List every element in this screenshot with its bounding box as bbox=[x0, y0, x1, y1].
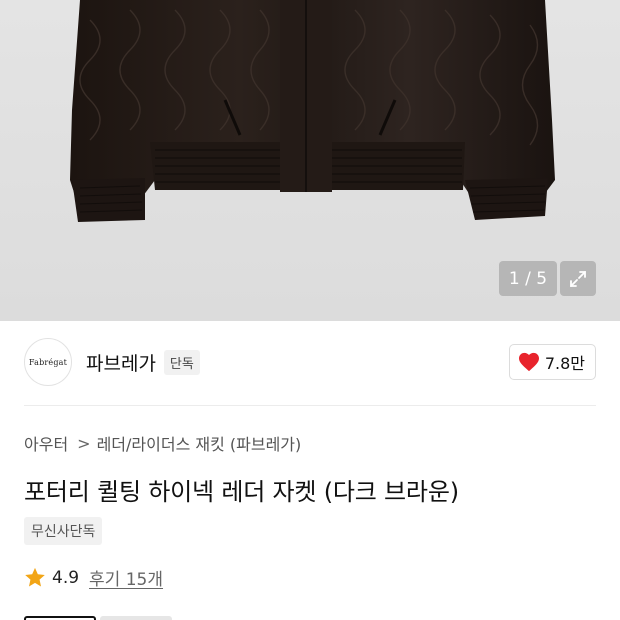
breadcrumb-subcategory[interactable]: 레더/라이더스 재킷 (파브레가) bbox=[97, 431, 302, 455]
option-tab[interactable] bbox=[100, 616, 172, 620]
rating: 4.9 후기 15개 bbox=[24, 565, 163, 590]
breadcrumb-category[interactable]: 아우터 bbox=[24, 431, 68, 455]
heart-icon bbox=[518, 352, 540, 372]
product-title: 포터리 퀼팅 하이넥 레더 자켓 (다크 브라운) bbox=[24, 478, 459, 506]
star-icon bbox=[25, 567, 45, 587]
chevron-right-icon: > bbox=[77, 433, 91, 453]
like-count: 7.8만 bbox=[544, 354, 585, 373]
rating-score: 4.9 bbox=[52, 567, 80, 588]
brand-logo[interactable]: Fabrégat bbox=[24, 338, 72, 386]
divider bbox=[24, 405, 596, 406]
product-image[interactable]: 1 / 5 bbox=[0, 0, 620, 321]
image-counter: 1 / 5 bbox=[499, 261, 557, 296]
expand-button[interactable] bbox=[560, 261, 596, 296]
brand-name[interactable]: 파브레가 bbox=[86, 349, 156, 376]
like-button[interactable]: 7.8만 bbox=[508, 344, 596, 380]
brand-row: Fabrégat 파브레가 단독 7.8만 bbox=[24, 338, 596, 386]
breadcrumb: 아우터 > 레더/라이더스 재킷 (파브레가) bbox=[24, 431, 301, 455]
exclusive-badge: 단독 bbox=[163, 349, 200, 375]
exclusive-tag: 무신사단독 bbox=[24, 517, 103, 545]
expand-icon bbox=[570, 270, 586, 287]
option-tab-selected[interactable] bbox=[24, 616, 96, 620]
review-link[interactable]: 후기 15개 bbox=[89, 565, 163, 590]
